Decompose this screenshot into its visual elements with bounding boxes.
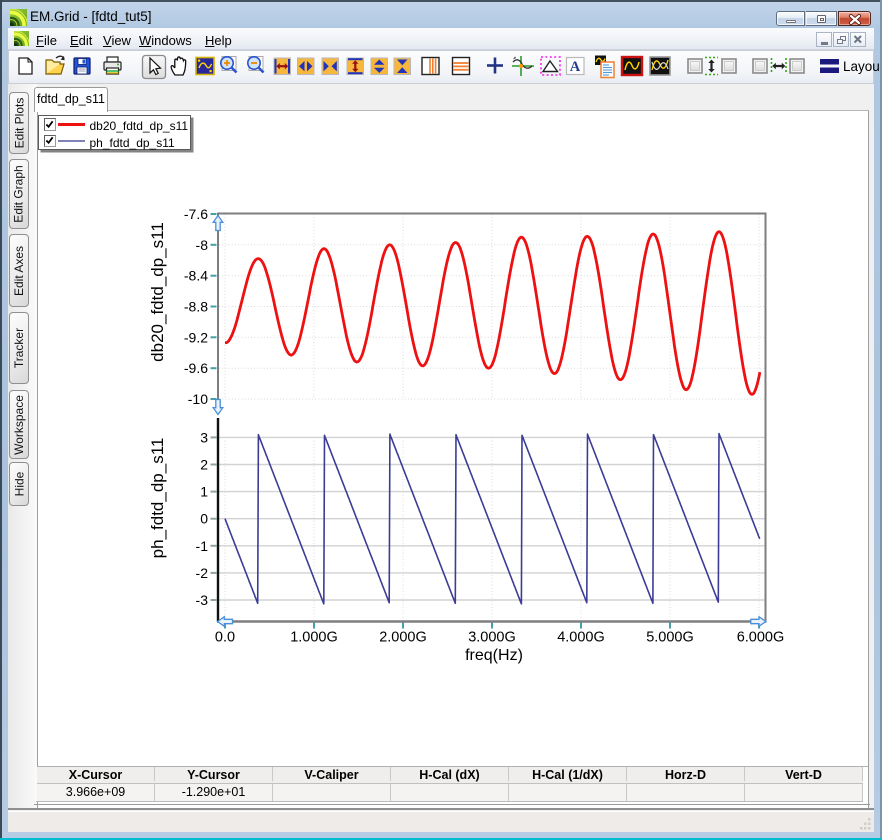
svg-text:1.000G: 1.000G xyxy=(290,630,338,646)
svg-text:-1: -1 xyxy=(196,538,209,554)
svg-text:1: 1 xyxy=(200,484,208,500)
svg-text:-9.2: -9.2 xyxy=(184,329,208,345)
svg-text:freq(Hz): freq(Hz) xyxy=(465,647,523,664)
svg-text:3.000G: 3.000G xyxy=(468,630,516,646)
svg-text:-9.6: -9.6 xyxy=(184,360,208,376)
svg-text:2: 2 xyxy=(200,457,208,473)
svg-text:5.000G: 5.000G xyxy=(646,630,694,646)
svg-text:2.000G: 2.000G xyxy=(379,630,427,646)
svg-text:-10: -10 xyxy=(188,391,208,407)
svg-text:6.000G: 6.000G xyxy=(737,630,785,646)
svg-text:0.0: 0.0 xyxy=(215,630,235,646)
svg-text:-7.6: -7.6 xyxy=(184,206,208,222)
svg-text:3: 3 xyxy=(200,429,208,445)
svg-text:Layou: Layou xyxy=(843,59,880,74)
svg-text:-3: -3 xyxy=(196,592,209,608)
svg-text:-8.8: -8.8 xyxy=(184,299,208,315)
svg-text:db20_fdtd_dp_s11: db20_fdtd_dp_s11 xyxy=(148,222,167,362)
svg-text:4.000G: 4.000G xyxy=(557,630,605,646)
svg-text:-8: -8 xyxy=(196,237,209,253)
svg-text:-8.4: -8.4 xyxy=(184,268,208,284)
svg-text:0: 0 xyxy=(200,511,208,527)
svg-text:-2: -2 xyxy=(196,565,209,581)
svg-text:A: A xyxy=(570,59,581,75)
svg-text:ph_fdtd_dp_s11: ph_fdtd_dp_s11 xyxy=(148,438,167,559)
